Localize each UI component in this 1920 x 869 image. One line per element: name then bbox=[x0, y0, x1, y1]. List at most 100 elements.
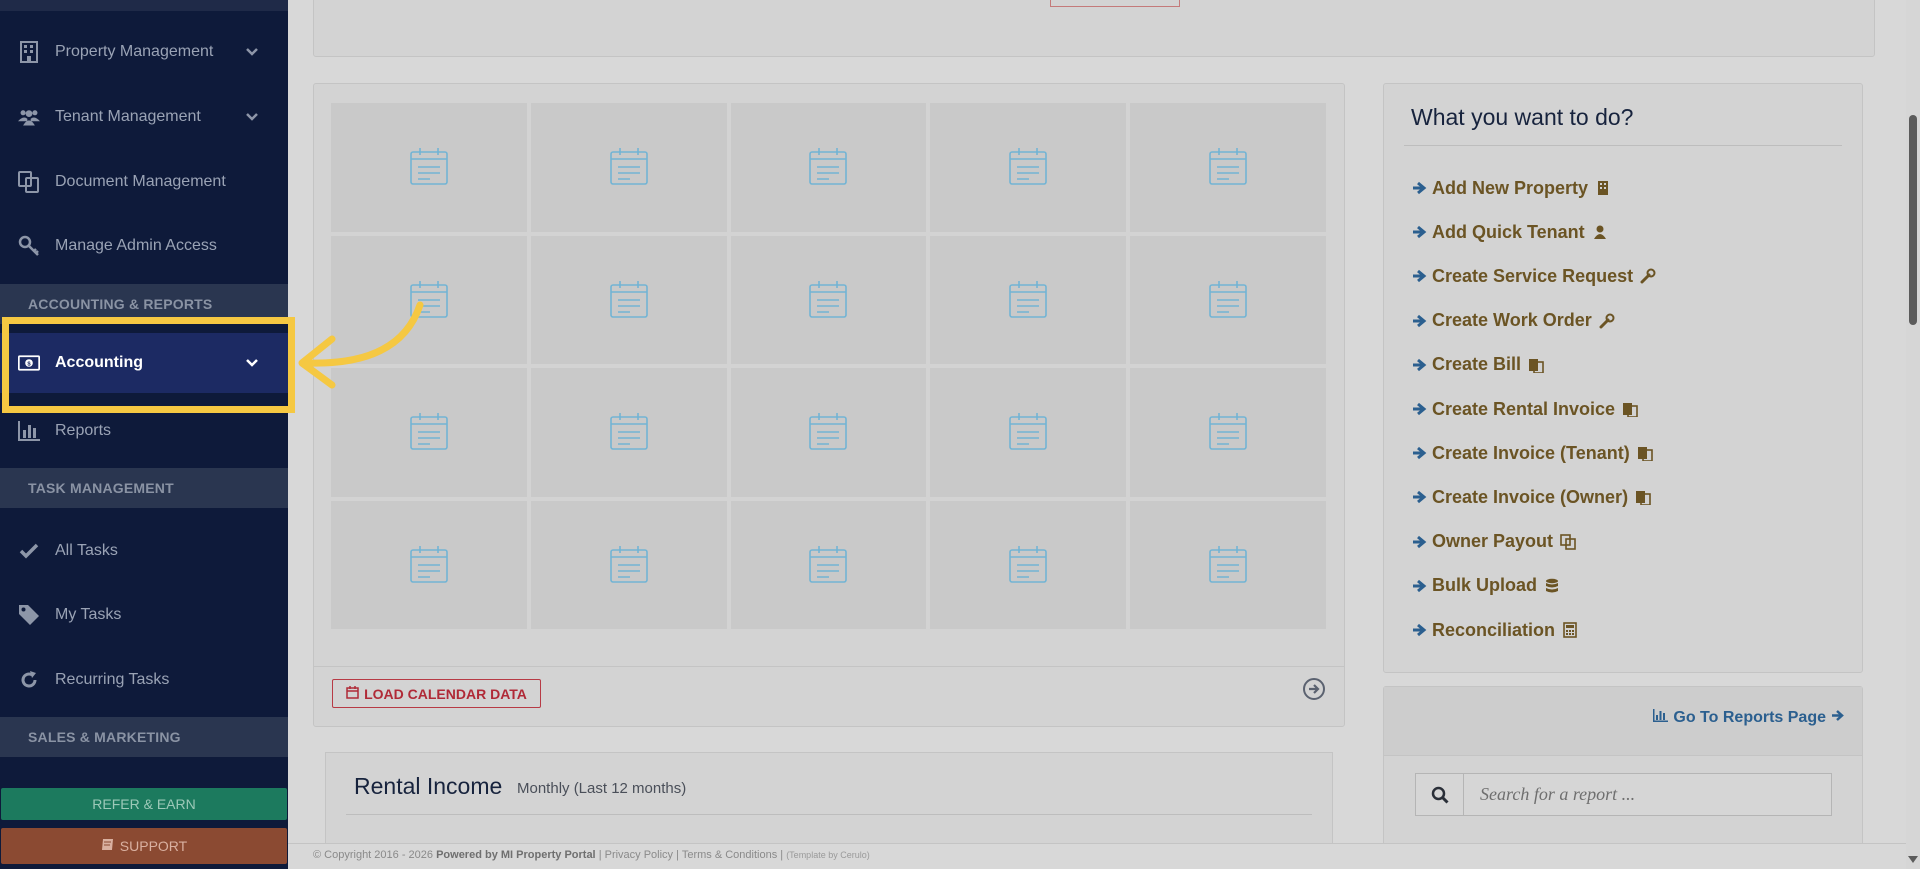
calendar-cell bbox=[730, 500, 927, 629]
rental-income-divider bbox=[346, 814, 1312, 815]
scrollbar[interactable] bbox=[1906, 0, 1920, 869]
sidebar-item-label: Recurring Tasks bbox=[55, 671, 170, 688]
arrow-right-icon bbox=[1411, 224, 1427, 240]
calendar-cell bbox=[1130, 235, 1326, 364]
todo-title: What you want to do? bbox=[1411, 104, 1634, 130]
copy-icon bbox=[1560, 533, 1576, 550]
sidebar-item-recurring-tasks[interactable]: Recurring Tasks bbox=[0, 650, 288, 710]
todo-link-create-rental-invoice[interactable]: Create Rental Invoice bbox=[1411, 397, 1638, 421]
arrow-right-icon bbox=[1411, 489, 1427, 505]
calendar-placeholder-icon bbox=[609, 280, 648, 318]
todo-divider bbox=[1404, 145, 1842, 146]
load-calendar-data-button[interactable]: LOAD CALENDAR DATA bbox=[332, 679, 541, 708]
calendar-placeholder-icon bbox=[1009, 545, 1048, 583]
todo-link-create-invoice-tenant[interactable]: Create Invoice (Tenant) bbox=[1411, 441, 1653, 465]
support-button[interactable]: SUPPORT bbox=[1, 828, 287, 864]
sidebar-item-label: My Tasks bbox=[55, 606, 122, 623]
top-card-button[interactable] bbox=[1050, 0, 1180, 7]
todo-link-label: Create Bill bbox=[1432, 354, 1522, 375]
rental-income-title: Rental Income bbox=[354, 773, 503, 799]
arrow-right-icon bbox=[1411, 357, 1427, 373]
todo-link-label: Add New Property bbox=[1432, 177, 1589, 198]
sidebar-item-label: Property Management bbox=[55, 43, 214, 60]
footer-copyright: © Copyright 2016 - 2026 bbox=[313, 849, 434, 861]
calendar-cell bbox=[930, 235, 1127, 364]
chevron-down-icon bbox=[246, 113, 258, 121]
todo-link-add-new-property[interactable]: Add New Property bbox=[1411, 176, 1611, 200]
calendar-cell bbox=[530, 235, 727, 364]
arrow-right-icon bbox=[1411, 313, 1427, 329]
report-search-input[interactable] bbox=[1464, 774, 1831, 815]
sidebar-item-property-management[interactable]: Property Management bbox=[0, 22, 288, 82]
sidebar-item-label: Tenant Management bbox=[55, 108, 201, 125]
calendar-cell bbox=[530, 103, 727, 232]
sidebar: Property Management Tenant Management Do… bbox=[0, 0, 288, 869]
footer-links[interactable]: | Privacy Policy | Terms & Conditions | bbox=[599, 849, 783, 861]
sidebar-item-manage-admin-access[interactable]: Manage Admin Access bbox=[0, 216, 288, 276]
key-icon bbox=[18, 235, 40, 257]
sidebar-item-tenant-management[interactable]: Tenant Management bbox=[0, 87, 288, 147]
todo-link-label: Bulk Upload bbox=[1432, 575, 1538, 596]
calendar-cell bbox=[730, 103, 927, 232]
todo-link-add-quick-tenant[interactable]: Add Quick Tenant bbox=[1411, 220, 1608, 244]
todo-link-owner-payout[interactable]: Owner Payout bbox=[1411, 530, 1576, 554]
calendar-placeholder-icon bbox=[809, 148, 848, 186]
sidebar-item-label: Document Management bbox=[55, 173, 226, 190]
calendar-placeholder-icon bbox=[1009, 280, 1048, 318]
scroll-down-arrow[interactable] bbox=[1908, 856, 1918, 863]
bar-chart-icon bbox=[18, 420, 40, 442]
calendar-placeholder-icon bbox=[410, 545, 448, 583]
what-you-want-to-do-card: What you want to do? Add New Property Add… bbox=[1383, 83, 1863, 673]
calendar-icon bbox=[346, 685, 359, 702]
sidebar-item-document-management[interactable]: Document Management bbox=[0, 152, 288, 212]
calendar-placeholder-icon bbox=[1009, 413, 1048, 451]
todo-link-label: Create Rental Invoice bbox=[1432, 398, 1616, 419]
calendar-placeholder-icon bbox=[1209, 413, 1247, 451]
user-icon bbox=[1592, 224, 1608, 240]
todo-link-create-bill[interactable]: Create Bill bbox=[1411, 353, 1544, 377]
report-search bbox=[1415, 773, 1832, 816]
paste-icon bbox=[1637, 445, 1653, 462]
calendar-cell bbox=[930, 103, 1127, 232]
calendar-placeholder-icon bbox=[1209, 280, 1247, 318]
footer-powered[interactable]: Powered by MI Property Portal bbox=[436, 849, 596, 861]
calendar-placeholder-icon bbox=[1009, 148, 1048, 186]
building-icon bbox=[18, 41, 40, 63]
arrow-right-icon bbox=[1831, 709, 1844, 727]
todo-link-create-work-order[interactable]: Create Work Order bbox=[1411, 309, 1615, 333]
todo-link-reconciliation[interactable]: Reconciliation bbox=[1411, 618, 1578, 642]
calendar-cell bbox=[331, 500, 527, 629]
top-card bbox=[313, 0, 1875, 57]
todo-link-create-service-request[interactable]: Create Service Request bbox=[1411, 264, 1656, 288]
calendar-placeholder-icon bbox=[809, 280, 848, 318]
circle-arrow-right-icon[interactable] bbox=[1302, 677, 1326, 701]
todo-link-label: Create Invoice (Tenant) bbox=[1432, 442, 1630, 463]
calendar-card: LOAD CALENDAR DATA bbox=[313, 83, 1345, 727]
calendar-cell bbox=[1130, 103, 1326, 232]
calculator-icon bbox=[1562, 622, 1578, 638]
calendar-placeholder-icon bbox=[410, 413, 448, 451]
scrollbar-thumb[interactable] bbox=[1909, 115, 1917, 325]
calendar-placeholder-icon bbox=[809, 413, 848, 451]
sidebar-item-label: All Tasks bbox=[55, 542, 118, 559]
todo-link-bulk-upload[interactable]: Bulk Upload bbox=[1411, 574, 1560, 598]
calendar-cell bbox=[930, 500, 1127, 629]
go-to-reports-link[interactable]: Go To Reports Page bbox=[1653, 709, 1844, 727]
section-sales-marketing: SALES & MARKETING bbox=[0, 717, 288, 757]
sidebar-item-my-tasks[interactable]: My Tasks bbox=[0, 585, 288, 645]
sidebar-item-label: Manage Admin Access bbox=[55, 237, 217, 254]
todo-link-create-invoice-owner[interactable]: Create Invoice (Owner) bbox=[1411, 485, 1651, 509]
calendar-grid bbox=[331, 103, 1326, 629]
wrench-icon bbox=[1640, 268, 1656, 284]
sidebar-item-all-tasks[interactable]: All Tasks bbox=[0, 521, 288, 581]
tag-icon bbox=[18, 604, 40, 626]
todo-link-label: Create Invoice (Owner) bbox=[1432, 486, 1629, 507]
calendar-placeholder-icon bbox=[809, 545, 848, 583]
go-to-reports-label: Go To Reports Page bbox=[1673, 709, 1826, 726]
refer-earn-button[interactable]: REFER & EARN bbox=[1, 788, 287, 820]
building-icon bbox=[1595, 180, 1611, 196]
todo-link-label: Owner Payout bbox=[1432, 531, 1554, 552]
search-icon[interactable] bbox=[1416, 774, 1464, 815]
calendar-placeholder-icon bbox=[410, 148, 448, 186]
todo-link-label: Add Quick Tenant bbox=[1432, 221, 1585, 242]
